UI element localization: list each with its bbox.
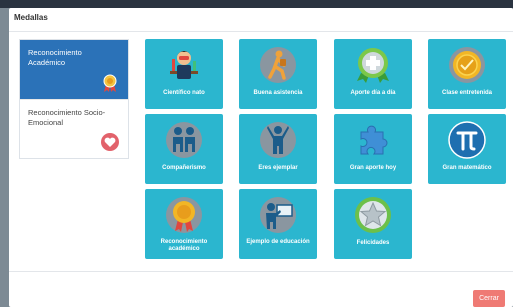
- category-reconocimiento-socio-emocional[interactable]: Reconocimiento Socio-Emocional: [20, 99, 128, 158]
- pi-icon: [448, 121, 486, 159]
- gold-seal-icon: [449, 47, 485, 83]
- puzzle-piece-icon: [360, 125, 388, 155]
- medal-label: Eres ejemplar: [258, 165, 298, 171]
- close-button[interactable]: Cerrar: [473, 290, 505, 307]
- modal-title: Medallas: [14, 13, 48, 22]
- medal-buena-asistencia[interactable]: Buena asistencia: [239, 39, 317, 109]
- medal-label: Ejemplo de educación: [246, 239, 310, 245]
- medal-label: Reconocimiento académico: [160, 239, 208, 252]
- medal-eres-ejemplar[interactable]: Eres ejemplar: [239, 114, 317, 184]
- gold-medal-icon: [166, 197, 202, 233]
- category-label: Reconocimiento Académico: [28, 48, 82, 67]
- medal-cientifico-nato[interactable]: Científico nato: [145, 39, 223, 109]
- category-reconocimiento-academico[interactable]: Reconocimiento Académico: [20, 40, 128, 99]
- top-bar: [0, 0, 513, 8]
- teacher-board-icon: [260, 197, 296, 233]
- medal-label: Gran matemático: [442, 165, 492, 171]
- medal-label: Felicidades: [356, 240, 390, 246]
- medal-label: Aporte día a día: [350, 90, 396, 96]
- medal-label: Clase entretenida: [441, 90, 493, 96]
- medal-label: Buena asistencia: [253, 90, 303, 96]
- friends-icon: [166, 122, 202, 158]
- modal-footer: Cerrar: [9, 271, 513, 307]
- medal-label: Científico nato: [163, 90, 205, 96]
- medal-aporte-dia-a-dia[interactable]: Aporte día a día: [334, 39, 412, 109]
- medal-gran-aporte-hoy[interactable]: Gran aporte hoy: [334, 114, 412, 184]
- scientist-icon: [170, 51, 198, 79]
- medal-gran-matematico[interactable]: Gran matemático: [428, 114, 506, 184]
- person-arms-up-icon: [260, 122, 296, 158]
- medal-label: Compañerismo: [162, 165, 206, 171]
- medal-ribbon-icon: [103, 74, 117, 92]
- medal-companerismo[interactable]: Compañerismo: [145, 114, 223, 184]
- walking-student-icon: [260, 47, 296, 83]
- medal-ejemplo-de-educacion[interactable]: Ejemplo de educación: [239, 189, 317, 259]
- heart-badge-icon: [101, 133, 119, 151]
- medal-reconocimiento-academico[interactable]: Reconocimiento académico: [145, 189, 223, 259]
- medal-felicidades[interactable]: Felicidades: [334, 189, 412, 259]
- medical-cross-medal-icon: [357, 48, 389, 83]
- category-list: Reconocimiento Académico Reconocimiento …: [19, 39, 129, 159]
- medal-clase-entretenida[interactable]: Clase entretenida: [428, 39, 506, 109]
- silver-star-icon: [355, 197, 391, 233]
- medal-label: Gran aporte hoy: [349, 165, 397, 171]
- category-label: Reconocimiento Socio-Emocional: [28, 108, 106, 127]
- modal-header: Medallas: [9, 8, 513, 32]
